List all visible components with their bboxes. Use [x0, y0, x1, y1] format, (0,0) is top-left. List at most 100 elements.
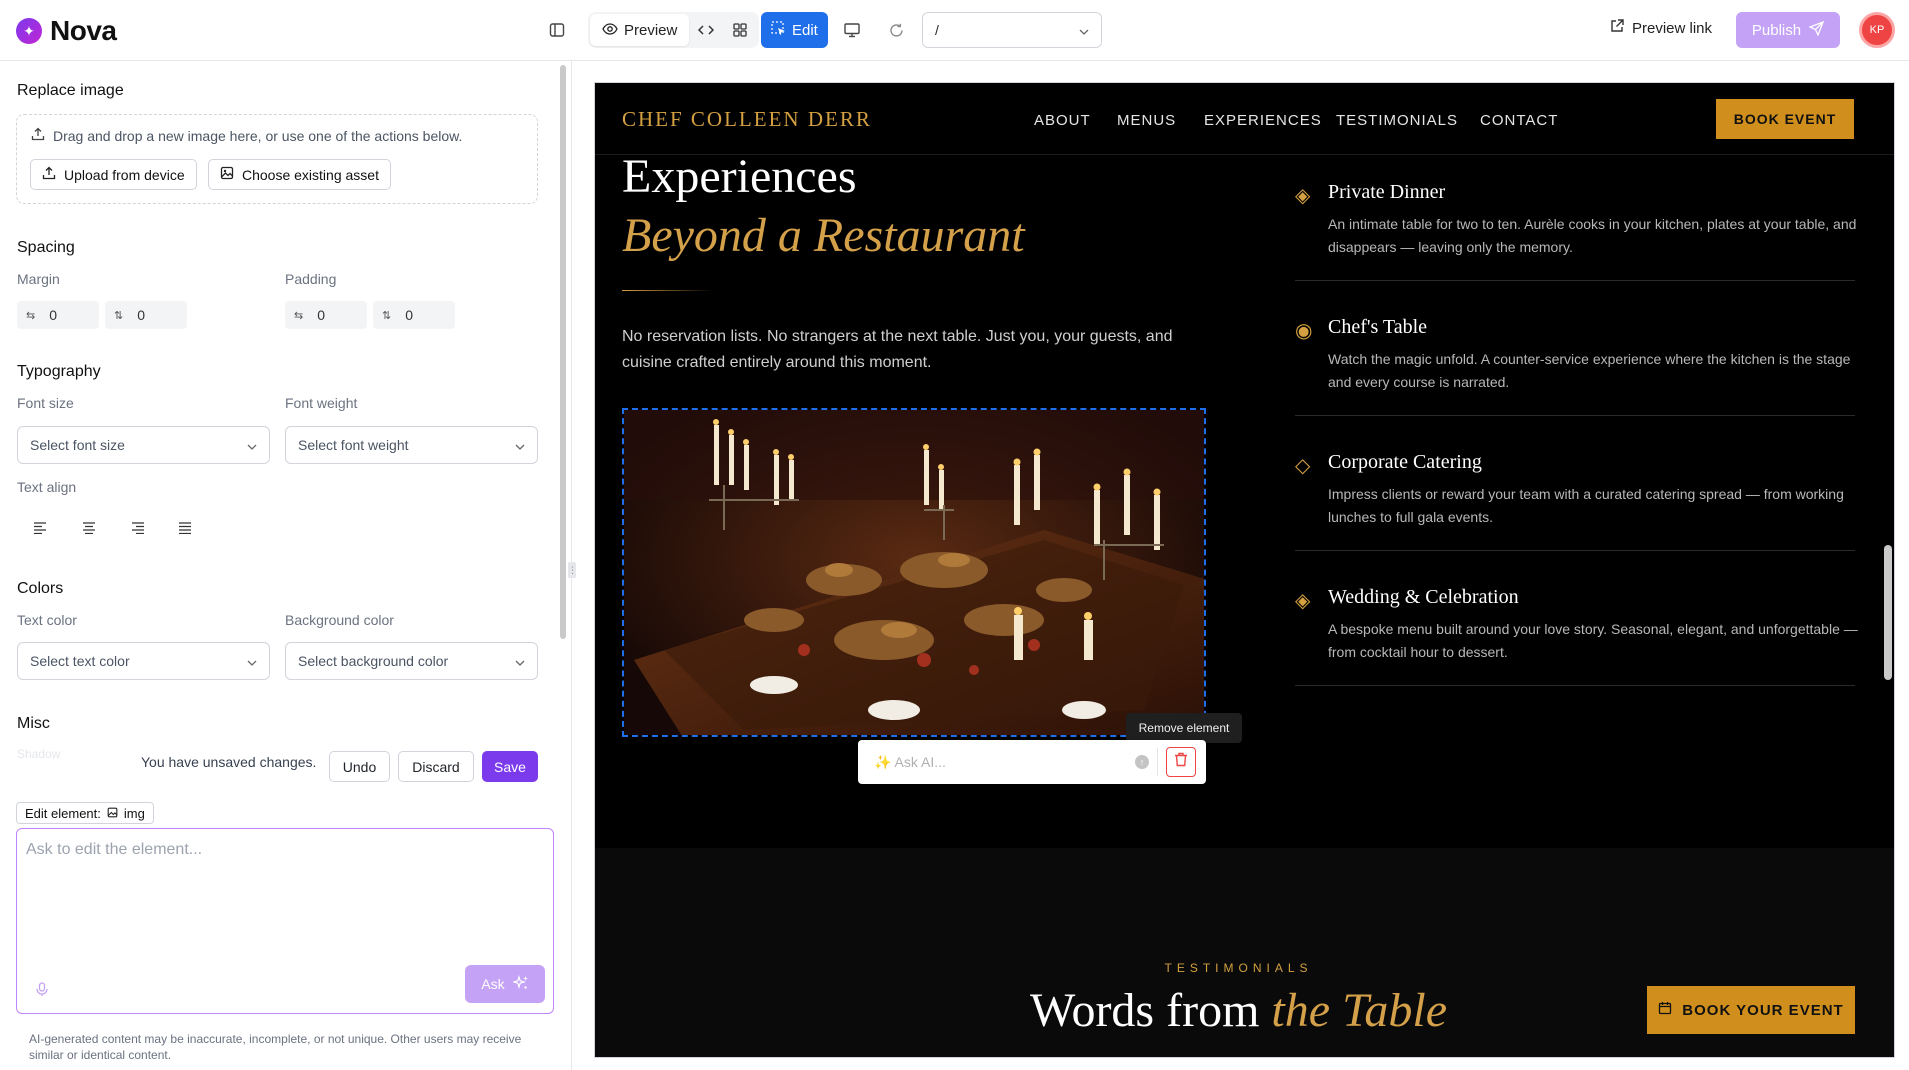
canvas-scrollbar[interactable] — [1884, 545, 1892, 680]
diamond-icon: ◈ — [1295, 185, 1311, 207]
typography-heading: Typography — [17, 363, 101, 380]
service-title: Private Dinner — [1328, 181, 1446, 203]
discard-button[interactable]: Discard — [398, 751, 474, 782]
ask-placeholder: Ask to edit the element... — [26, 841, 203, 858]
refresh-icon[interactable] — [880, 14, 912, 46]
service-title: Corporate Catering — [1328, 451, 1482, 473]
text-color-select[interactable]: Select text color — [17, 642, 270, 680]
diamond-icon: ◈ — [1295, 590, 1311, 612]
edit-mode-label: Edit — [792, 21, 818, 39]
preview-mode-label: Preview — [624, 21, 678, 39]
panel-resize-handle[interactable]: ⋮ — [568, 562, 577, 578]
microphone-icon[interactable] — [36, 982, 48, 1000]
nav-link-menus[interactable]: MENUS — [1117, 112, 1176, 129]
padding-x-input[interactable]: ⇆ 0 — [285, 301, 367, 329]
image-icon — [220, 166, 234, 183]
preview-mode-button[interactable]: Preview — [590, 14, 690, 46]
desktop-viewport-icon[interactable] — [836, 14, 868, 46]
margin-y-input[interactable]: ⇅ 0 — [105, 301, 187, 329]
element-tag-name: img — [123, 805, 145, 821]
service-item: ◇ Corporate Catering Impress clients or … — [1295, 451, 1855, 551]
ask-button[interactable]: Ask — [465, 965, 545, 1003]
panel-scrollbar[interactable] — [560, 65, 566, 639]
top-bar: ✦ Nova Preview Edit / Preview link Publi… — [0, 0, 1909, 61]
preview-link-label: Preview link — [1632, 19, 1713, 37]
service-title: Wedding & Celebration — [1328, 586, 1519, 608]
align-right-icon[interactable] — [126, 516, 150, 540]
book-event-button[interactable]: BOOK EVENT — [1716, 99, 1854, 139]
font-weight-label: Font weight — [285, 395, 358, 411]
remove-element-button[interactable] — [1166, 747, 1196, 777]
bg-color-placeholder: Select background color — [298, 653, 449, 669]
edit-mode-button[interactable]: Edit — [761, 12, 828, 48]
font-weight-select[interactable]: Select font weight — [285, 426, 538, 464]
horizontal-arrows-icon: ⇆ — [294, 309, 304, 322]
testimonials-title-accent: the Table — [1271, 984, 1447, 1037]
nav-link-experiences[interactable]: EXPERIENCES — [1204, 112, 1322, 129]
image-icon — [107, 806, 118, 821]
route-select[interactable]: / — [922, 12, 1102, 48]
user-avatar[interactable]: KP — [1859, 12, 1895, 48]
ask-edit-textarea[interactable]: Ask to edit the element... Ask — [16, 828, 554, 1014]
target-circle-icon: ◉ — [1295, 320, 1313, 342]
dropzone-hint: Drag and drop a new image here, or use o… — [31, 127, 462, 144]
shadow-label: Shadow — [17, 747, 61, 761]
nav-link-about[interactable]: ABOUT — [1034, 112, 1091, 129]
nav-link-contact[interactable]: CONTACT — [1480, 112, 1558, 129]
ask-ai-input[interactable]: ✨ Ask AI... — [874, 754, 946, 771]
padding-y-input[interactable]: ⇅ 0 — [373, 301, 455, 329]
send-icon — [1808, 20, 1825, 40]
service-item: ◉ Chef's Table Watch the magic unfold. A… — [1295, 316, 1855, 416]
chevron-down-icon — [247, 653, 257, 669]
text-color-placeholder: Select text color — [30, 653, 130, 669]
app-logo[interactable]: ✦ Nova — [16, 15, 117, 47]
remove-element-tooltip: Remove element — [1126, 713, 1242, 743]
spacing-heading: Spacing — [17, 239, 75, 256]
edit-element-tag: Edit element: img — [16, 802, 154, 824]
vertical-arrows-icon: ⇅ — [114, 309, 124, 322]
horizontal-arrows-icon: ⇆ — [26, 309, 36, 322]
service-description: Watch the magic unfold. A counter-servic… — [1328, 351, 1851, 390]
align-justify-icon[interactable] — [173, 516, 197, 540]
selected-banquet-image[interactable] — [622, 408, 1206, 737]
upload-label: Upload from device — [64, 166, 185, 183]
ai-disclaimer: AI-generated content may be inaccurate, … — [29, 1032, 522, 1062]
book-your-event-label: BOOK YOUR EVENT — [1682, 1001, 1844, 1019]
save-button[interactable]: Save — [482, 751, 538, 782]
inline-ask-ai-bar: ✨ Ask AI... ↑ — [858, 740, 1206, 784]
choose-existing-asset-button[interactable]: Choose existing asset — [208, 159, 391, 190]
publish-button[interactable]: Publish — [1736, 12, 1840, 48]
toggle-sidebar-icon[interactable] — [541, 14, 573, 46]
send-arrow-icon[interactable]: ↑ — [1135, 755, 1149, 769]
font-size-select[interactable]: Select font size — [17, 426, 270, 464]
nav-link-testimonials[interactable]: TESTIMONIALS — [1336, 112, 1458, 129]
testimonials-title-plain: Words from — [1029, 984, 1272, 1037]
experiences-lead: No reservation lists. No strangers at th… — [622, 328, 1173, 371]
image-dropzone[interactable]: Drag and drop a new image here, or use o… — [16, 114, 538, 204]
service-description: A bespoke menu built around your love st… — [1328, 621, 1858, 660]
upload-from-device-button[interactable]: Upload from device — [30, 159, 197, 190]
align-center-icon[interactable] — [77, 516, 101, 540]
upload-icon — [31, 127, 45, 144]
align-left-icon[interactable] — [28, 516, 52, 540]
vertical-arrows-icon: ⇅ — [382, 309, 392, 322]
padding-x-value: 0 — [317, 307, 326, 323]
upload-icon — [42, 166, 56, 183]
book-your-event-button[interactable]: BOOK YOUR EVENT — [1647, 986, 1855, 1034]
diamond-outline-icon: ◇ — [1295, 455, 1311, 477]
ask-label: Ask — [481, 976, 505, 992]
code-view-icon[interactable] — [689, 14, 723, 46]
route-value: / — [935, 22, 939, 38]
bg-color-select[interactable]: Select background color — [285, 642, 538, 680]
trash-icon — [1174, 752, 1188, 772]
undo-button[interactable]: Undo — [329, 751, 390, 782]
site-brand[interactable]: CHEF COLLEEN DERR — [622, 107, 872, 132]
preview-link-button[interactable]: Preview link — [1610, 19, 1712, 37]
service-title: Chef's Table — [1328, 316, 1428, 338]
components-grid-icon[interactable] — [723, 14, 757, 46]
edit-element-label: Edit element: — [25, 805, 101, 821]
service-description: Impress clients or reward your team with… — [1328, 486, 1844, 525]
view-mode-switch: Preview — [588, 12, 760, 48]
site-header: CHEF COLLEEN DERR ABOUT MENUS EXPERIENCE… — [595, 83, 1894, 155]
margin-x-input[interactable]: ⇆ 0 — [17, 301, 99, 329]
